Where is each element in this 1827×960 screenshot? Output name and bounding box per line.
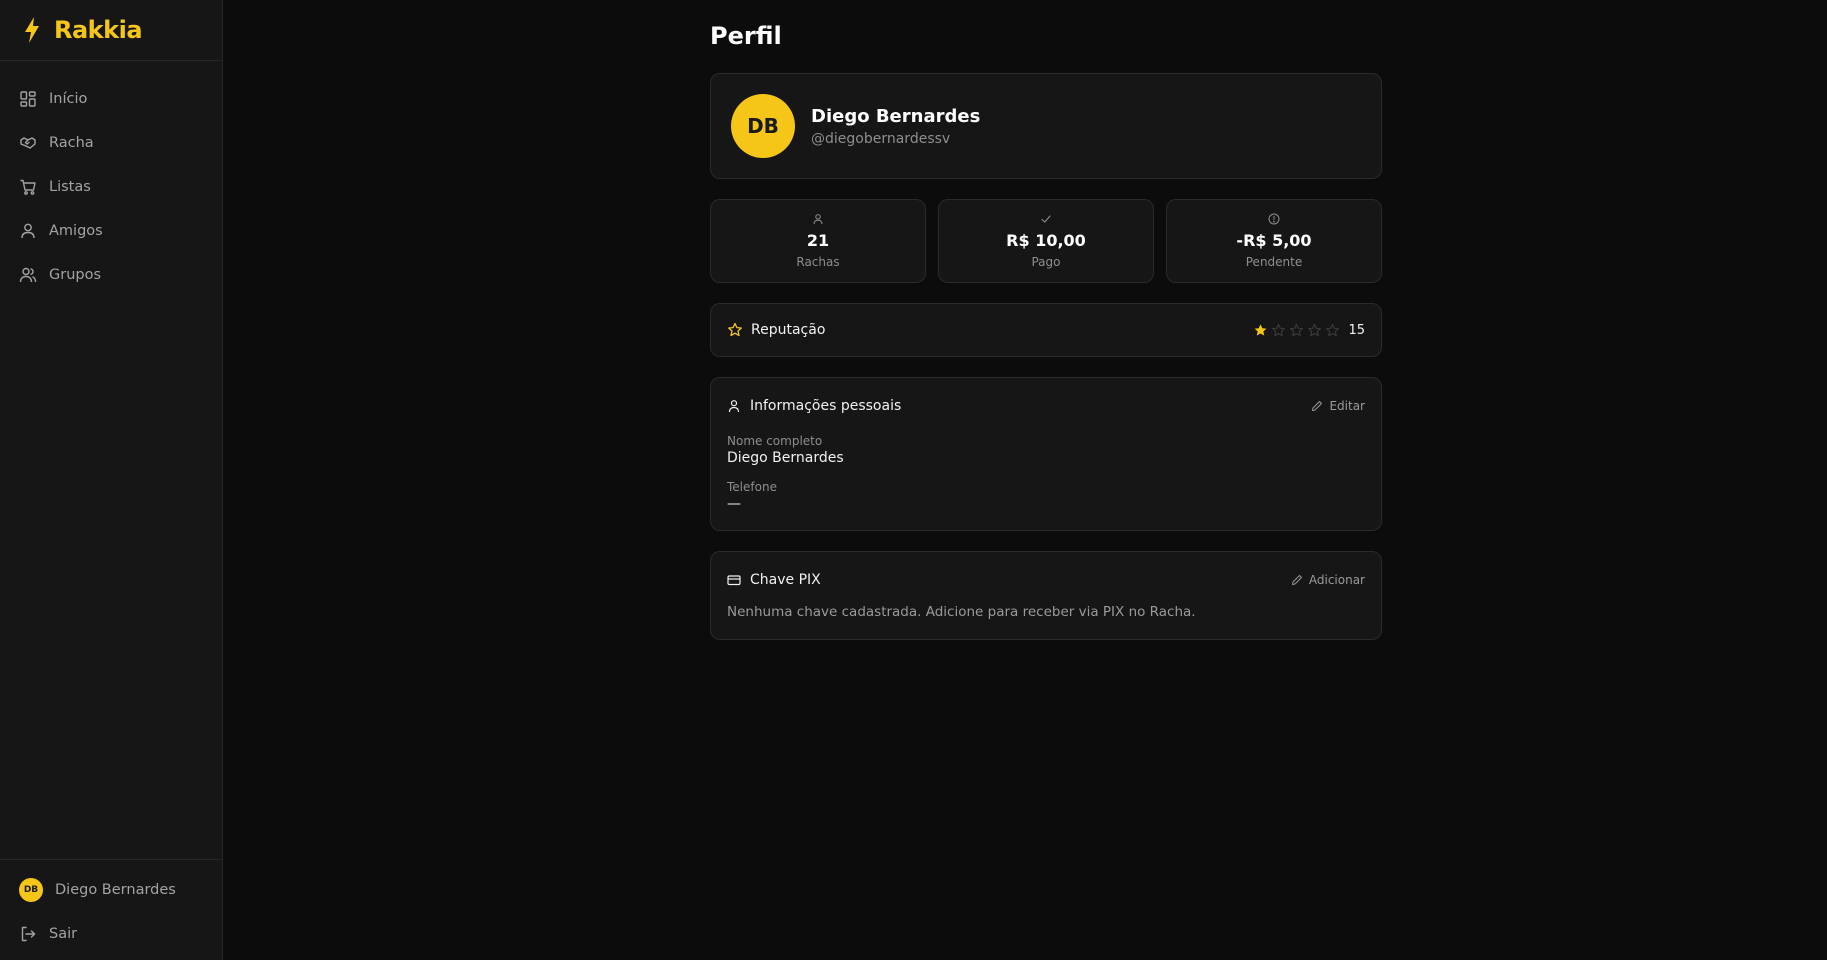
stat-rachas: 21 Rachas [710, 199, 926, 283]
edit-label: Editar [1329, 399, 1365, 413]
stat-pago: R$ 10,00 Pago [938, 199, 1154, 283]
user-icon [21, 223, 35, 239]
handshake-icon [20, 137, 36, 149]
field-label-phone: Telefone [727, 480, 777, 494]
stat-label: Rachas [796, 255, 840, 269]
reputation-title: Reputação [751, 322, 826, 338]
user-icon [813, 214, 823, 225]
sidebar-nav: Início Racha Listas Amigos Grupos [0, 61, 222, 297]
profile-page: Perfil DB Diego Bernardes @diegobernarde… [710, 0, 1382, 640]
sidebar-item-grupos[interactable]: Grupos [0, 253, 222, 297]
sidebar-item-racha[interactable]: Racha [0, 121, 222, 165]
brand-name: Rakkia [54, 16, 143, 44]
page-title: Perfil [710, 22, 782, 50]
add-pix-button[interactable]: Adicionar [1291, 573, 1365, 587]
app: Rakkia Início Racha Listas Amigos Grupos… [0, 0, 1827, 960]
star-filled-icon [1255, 323, 1267, 336]
avatar: DB [731, 94, 795, 158]
sidebar-item-label: Racha [49, 135, 94, 151]
stat-value: -R$ 5,00 [1236, 231, 1312, 250]
stats-row: 21 Rachas R$ 10,00 Pago -R$ 5,00 Pendent… [710, 199, 1382, 283]
sidebar-user-name: Diego Bernardes [55, 882, 176, 898]
star-empty-icon [1272, 323, 1286, 336]
profile-handle: @diegobernardessv [811, 130, 951, 147]
alert-circle-icon [1268, 213, 1280, 225]
personal-info-card: Informações pessoais Editar Nome complet… [710, 377, 1382, 531]
star-empty-icon [1308, 323, 1322, 336]
sidebar-item-label: Grupos [49, 267, 102, 283]
sidebar-item-label: Início [49, 91, 88, 107]
reputation-count: 15 [1348, 322, 1365, 338]
credit-card-icon [727, 575, 741, 586]
field-value-full-name: Diego Bernardes [727, 450, 844, 466]
star-empty-icon [1326, 323, 1340, 336]
add-pix-label: Adicionar [1308, 573, 1365, 587]
stat-label: Pago [1031, 255, 1061, 269]
sidebar-footer: DB Diego Bernardes Sair [0, 859, 222, 960]
sidebar-user[interactable]: DB Diego Bernardes [0, 868, 222, 912]
edit-button[interactable]: Editar [1311, 399, 1365, 413]
logout-label: Sair [49, 926, 78, 942]
stat-label: Pendente [1245, 255, 1303, 269]
sidebar-item-amigos[interactable]: Amigos [0, 209, 222, 253]
pix-empty-message: Nenhuma chave cadastrada. Adicione para … [727, 604, 1196, 620]
user-icon [728, 400, 740, 413]
personal-info-title: Informações pessoais [750, 398, 902, 414]
profile-card: DB Diego Bernardes @diegobernardessv [710, 73, 1382, 179]
reputation-card: Reputação 15 [710, 303, 1382, 357]
users-icon [19, 267, 37, 283]
pencil-icon [1312, 401, 1323, 411]
profile-name: Diego Bernardes [811, 105, 981, 127]
sidebar-item-label: Listas [49, 179, 91, 195]
field-label-full-name: Nome completo [727, 434, 823, 448]
sidebar-item-label: Amigos [49, 223, 103, 239]
logout-icon [21, 926, 36, 942]
sidebar-item-inicio[interactable]: Início [0, 77, 222, 121]
main-content: Perfil DB Diego Bernardes @diegobernarde… [223, 0, 1827, 960]
grid-icon [20, 91, 36, 107]
check-icon [1041, 215, 1051, 223]
stat-pendente: -R$ 5,00 Pendente [1166, 199, 1382, 283]
star-rating: 15 [1250, 323, 1365, 338]
stat-value: R$ 10,00 [1006, 231, 1086, 250]
lightning-bolt-icon [22, 16, 42, 44]
field-value-phone: — [727, 496, 741, 512]
cart-icon [20, 179, 36, 195]
stat-value: 21 [806, 231, 830, 250]
sidebar: Rakkia Início Racha Listas Amigos Grupos… [0, 0, 223, 960]
brand[interactable]: Rakkia [0, 0, 222, 61]
pix-title: Chave PIX [750, 572, 821, 588]
pix-key-card: Chave PIX Adicionar Nenhuma chave cadast… [710, 551, 1382, 640]
logout-button[interactable]: Sair [0, 912, 222, 956]
sidebar-item-listas[interactable]: Listas [0, 165, 222, 209]
avatar: DB [19, 878, 43, 902]
pencil-icon [1291, 575, 1302, 585]
star-empty-icon [1290, 323, 1304, 336]
star-outline-icon [728, 322, 742, 337]
